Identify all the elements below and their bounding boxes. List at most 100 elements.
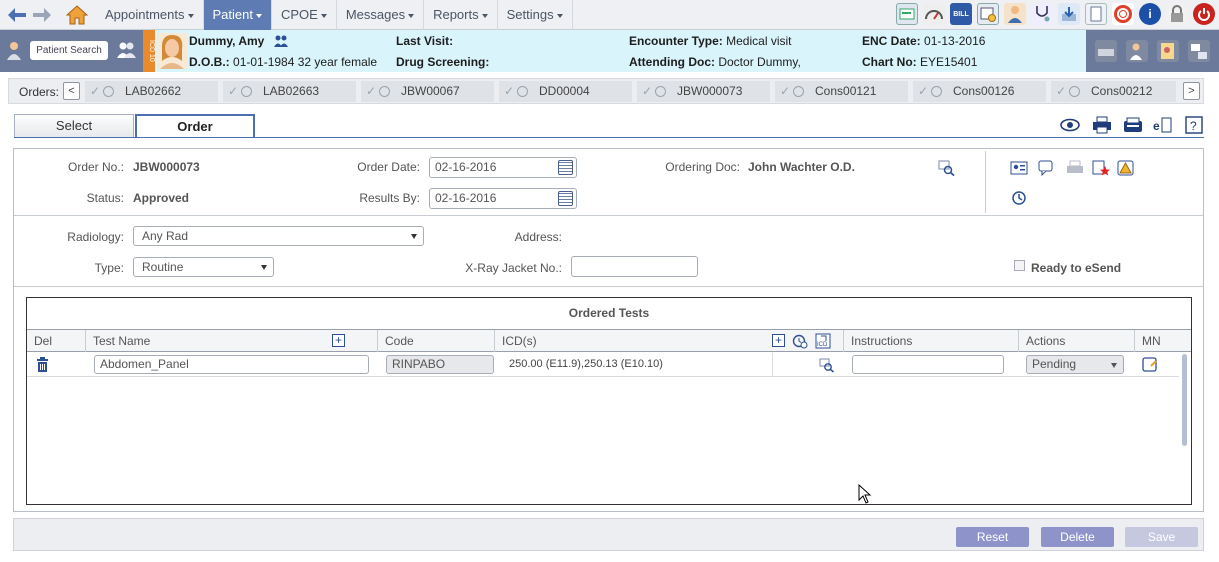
ready-esend-label: Ready to eSend — [1031, 261, 1122, 275]
main-menu: Appointments Patient CPOE Messages Repor… — [96, 0, 573, 30]
printer-disabled-icon[interactable] — [1066, 160, 1084, 176]
order-date-field[interactable]: 02-16-2016 — [429, 157, 577, 178]
tab-select[interactable]: Select — [14, 114, 134, 138]
user-document-icon[interactable] — [1157, 40, 1180, 62]
esend-icon[interactable]: e — [1153, 115, 1173, 135]
comment-icon[interactable] — [1038, 160, 1056, 177]
chart-no-label: Chart No: — [862, 55, 917, 69]
ready-esend-checkbox[interactable] — [1014, 260, 1025, 271]
favorite-star-icon[interactable] — [1092, 160, 1110, 176]
orders-next-button[interactable]: > — [1183, 82, 1200, 100]
lock-icon[interactable] — [1166, 3, 1188, 25]
table-row: Abdomen_Panel RINPABO 250.00 (E11.9),250… — [27, 353, 1179, 377]
enc-date-value: 01-13-2016 — [924, 34, 986, 48]
chart-no-value: EYE15401 — [920, 55, 978, 69]
scanner-icon[interactable] — [1094, 40, 1117, 62]
order-form-panel: Order No.: JBW000073 Order Date: 02-16-2… — [13, 148, 1204, 512]
order-tab[interactable]: ✓ Cons00126 — [913, 81, 1046, 102]
help-icon[interactable]: ? — [1184, 115, 1204, 135]
mn-note-icon[interactable] — [1142, 357, 1158, 376]
xray-jacket-input[interactable] — [571, 256, 698, 277]
calendar-icon[interactable] — [558, 191, 573, 206]
order-tab[interactable]: ✓ LAB02662 — [85, 81, 218, 102]
section-divider — [14, 286, 1203, 287]
action-select[interactable]: Pending — [1026, 355, 1124, 374]
type-select[interactable]: Routine — [133, 257, 274, 277]
orders-prev-button[interactable]: < — [63, 82, 80, 100]
power-icon[interactable] — [1193, 3, 1215, 25]
orders-label: Orders: — [19, 85, 60, 99]
order-tab[interactable]: ✓ JBW000073 — [637, 81, 770, 102]
svg-text:e: e — [1153, 119, 1160, 133]
patient-search-button[interactable]: Patient Search — [30, 41, 108, 60]
save-button[interactable]: Save — [1125, 527, 1198, 547]
delete-row-icon[interactable] — [36, 357, 49, 375]
inbox-download-icon[interactable] — [1058, 3, 1080, 25]
tasks-icon[interactable] — [896, 3, 918, 25]
vertical-divider — [985, 151, 986, 213]
search-doctor-icon[interactable] — [938, 160, 956, 177]
order-tab[interactable]: ✓ JBW00067 — [361, 81, 494, 102]
footer-bar: Reset Delete Save — [13, 518, 1204, 551]
tab-underline — [14, 137, 1204, 138]
patient-list-icon[interactable] — [116, 41, 138, 62]
banner-left-panel: Patient Search ICD 10 — [0, 30, 155, 72]
order-tab[interactable]: ✓ Cons00212 — [1051, 81, 1176, 102]
status-label: Status: — [86, 191, 124, 205]
bill-icon[interactable]: BILL — [950, 3, 972, 25]
user-key-icon[interactable] — [1125, 40, 1148, 62]
col-actions: Actions — [1019, 330, 1135, 352]
add-test-icon[interactable]: + — [332, 334, 345, 347]
col-mn: MN — [1142, 334, 1161, 348]
menu-reports[interactable]: Reports — [424, 0, 498, 30]
help-ring-icon[interactable] — [1112, 3, 1134, 25]
instructions-input[interactable] — [852, 355, 1004, 374]
icd-history-icon[interactable] — [792, 333, 808, 352]
icd-search-icon[interactable] — [819, 358, 835, 376]
menu-messages[interactable]: Messages — [337, 0, 425, 30]
document-icon[interactable] — [1085, 3, 1107, 25]
icd-lookup-icon[interactable]: ICD — [815, 333, 831, 352]
menu-settings[interactable]: Settings — [498, 0, 573, 30]
tab-order[interactable]: Order — [135, 114, 255, 138]
menu-patient[interactable]: Patient — [203, 0, 272, 30]
grid-header: Del Test Name + Code ICD(s) + ICD Instru… — [27, 330, 1191, 352]
info-icon[interactable]: i — [1139, 3, 1161, 25]
warning-icon[interactable] — [1117, 160, 1135, 176]
fax-printer-icon[interactable] — [1123, 115, 1143, 135]
reset-button[interactable]: Reset — [956, 527, 1029, 547]
order-tab[interactable]: ✓ LAB02663 — [223, 81, 356, 102]
results-by-field[interactable]: 02-16-2016 — [429, 188, 577, 209]
contact-card-icon[interactable] — [1010, 160, 1028, 176]
results-by-label: Results By: — [359, 191, 420, 205]
add-icd-icon[interactable]: + — [772, 334, 785, 347]
menu-cpoe[interactable]: CPOE — [272, 0, 337, 30]
menu-appointments[interactable]: Appointments — [96, 0, 204, 30]
preview-eye-icon[interactable] — [1060, 115, 1080, 135]
doctor-icon[interactable] — [1004, 3, 1026, 25]
icd10-tab[interactable]: ICD 10 — [143, 30, 155, 72]
calendar-icon[interactable] — [558, 160, 573, 175]
icd-list: 250.00 (E11.9),250.13 (E10.10) — [509, 358, 663, 370]
stethoscope-icon[interactable] — [1031, 3, 1053, 25]
test-name-input[interactable]: Abdomen_Panel — [94, 355, 369, 374]
top-navigation-bar: Appointments Patient CPOE Messages Repor… — [0, 0, 1219, 30]
dashboard-icon[interactable] — [923, 3, 945, 25]
address-label: Address: — [514, 230, 562, 244]
order-no-value: JBW000073 — [133, 160, 200, 174]
col-del: Del — [27, 330, 86, 352]
grid-scrollbar[interactable] — [1182, 354, 1187, 446]
back-arrow-icon[interactable] — [6, 4, 28, 26]
calendar-clock-icon[interactable] — [977, 3, 999, 25]
radiology-select[interactable]: Any Rad — [133, 226, 424, 246]
home-icon[interactable] — [66, 4, 88, 26]
print-icon[interactable] — [1092, 115, 1112, 135]
delete-button[interactable]: Delete — [1041, 527, 1114, 547]
order-tab[interactable]: ✓ Cons00121 — [775, 81, 908, 102]
patient-card-icon[interactable] — [5, 40, 23, 65]
network-icon[interactable] — [1188, 40, 1211, 62]
history-icon[interactable] — [1010, 190, 1028, 206]
family-icon[interactable] — [273, 35, 289, 50]
forward-arrow-icon[interactable] — [31, 4, 53, 26]
order-tab[interactable]: ✓ DD00004 — [499, 81, 632, 102]
